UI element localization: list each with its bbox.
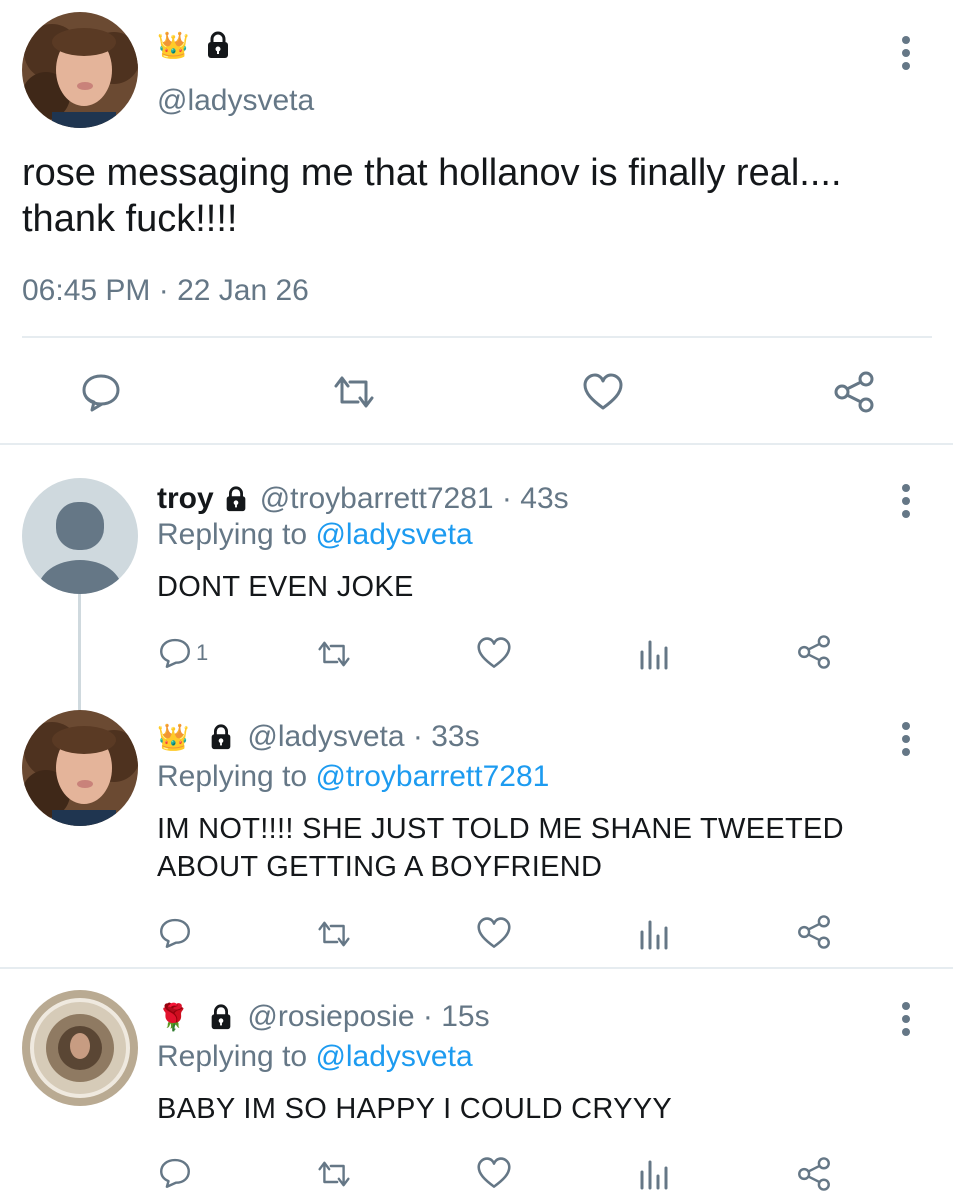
more-options-icon[interactable] bbox=[900, 722, 912, 761]
reply-header: troy @troybarrett7281 · 43s bbox=[157, 482, 569, 516]
comment-icon[interactable] bbox=[158, 1156, 192, 1190]
crown-emoji: 👑 bbox=[157, 721, 190, 752]
replying-to: Replying to @troybarrett7281 bbox=[157, 760, 549, 794]
replying-to: Replying to @ladysveta bbox=[157, 1040, 473, 1074]
comment-count: 1 bbox=[196, 640, 209, 665]
replying-to-handle[interactable]: @troybarrett7281 bbox=[315, 760, 549, 793]
more-options-icon[interactable] bbox=[900, 1002, 912, 1041]
share-icon[interactable] bbox=[796, 634, 832, 670]
reply-handle-time[interactable]: @rosieposie · 15s bbox=[247, 1000, 489, 1034]
comment-icon[interactable] bbox=[158, 636, 192, 670]
comment-button[interactable]: 1 bbox=[158, 636, 208, 670]
main-tweet-line1: rose messaging me that hollanov is final… bbox=[22, 152, 842, 194]
reply-header: 👑 @ladysveta · 33s bbox=[157, 720, 480, 754]
replying-to: Replying to @ladysveta bbox=[157, 518, 473, 552]
divider bbox=[0, 443, 953, 445]
reply-text-line: IM NOT!!!! SHE JUST TOLD ME SHANE TWEETE… bbox=[157, 813, 844, 845]
reply-text: DONT EVEN JOKE bbox=[157, 568, 414, 606]
divider bbox=[22, 336, 932, 338]
share-icon[interactable] bbox=[796, 1156, 832, 1192]
lock-icon bbox=[207, 723, 235, 751]
main-badges: 👑 bbox=[157, 30, 233, 60]
reply-text-line: BABY IM SO HAPPY I COULD CRYYY bbox=[157, 1093, 673, 1125]
avatar-ladysveta[interactable] bbox=[22, 710, 138, 826]
reply-handle-time[interactable]: @troybarrett7281 · 43s bbox=[260, 482, 569, 516]
analytics-icon[interactable] bbox=[638, 918, 670, 950]
replying-to-prefix: Replying to bbox=[157, 760, 316, 793]
analytics-icon[interactable] bbox=[638, 638, 670, 670]
crown-emoji: 👑 bbox=[157, 30, 190, 60]
reply-text-line: DONT EVEN JOKE bbox=[157, 571, 414, 603]
retweet-icon[interactable] bbox=[314, 1158, 354, 1190]
avatar-ladysveta[interactable] bbox=[22, 12, 138, 128]
reply-author-name[interactable]: troy bbox=[157, 482, 214, 516]
heart-icon[interactable] bbox=[476, 916, 512, 950]
replying-to-prefix: Replying to bbox=[157, 518, 316, 551]
heart-icon[interactable] bbox=[476, 1156, 512, 1190]
retweet-icon[interactable] bbox=[330, 372, 378, 412]
reply-header: 🌹 @rosieposie · 15s bbox=[157, 1000, 490, 1034]
main-handle[interactable]: @ladysveta bbox=[157, 84, 314, 118]
more-options-icon[interactable] bbox=[900, 36, 912, 75]
replying-to-prefix: Replying to bbox=[157, 1040, 316, 1073]
rose-emoji: 🌹 bbox=[157, 1001, 190, 1032]
lock-icon bbox=[207, 1003, 235, 1031]
more-options-icon[interactable] bbox=[900, 484, 912, 523]
analytics-icon[interactable] bbox=[638, 1158, 670, 1190]
replying-to-handle[interactable]: @ladysveta bbox=[315, 1040, 472, 1073]
heart-icon[interactable] bbox=[476, 636, 512, 670]
share-icon[interactable] bbox=[796, 914, 832, 950]
main-tweet-line2: thank fuck!!!! bbox=[22, 198, 238, 240]
retweet-icon[interactable] bbox=[314, 918, 354, 950]
comment-icon[interactable] bbox=[80, 372, 122, 412]
replying-to-handle[interactable]: @ladysveta bbox=[315, 518, 472, 551]
lock-icon bbox=[222, 485, 250, 513]
share-icon[interactable] bbox=[832, 370, 876, 414]
avatar-rosieposie[interactable] bbox=[22, 990, 138, 1106]
main-timestamp: 06:45 PM · 22 Jan 26 bbox=[22, 274, 309, 307]
reply-text: IM NOT!!!! SHE JUST TOLD ME SHANE TWEETE… bbox=[157, 810, 844, 886]
main-tweet-text: rose messaging me that hollanov is final… bbox=[22, 150, 942, 242]
reply-text: BABY IM SO HAPPY I COULD CRYYY bbox=[157, 1090, 672, 1128]
lock-icon bbox=[203, 30, 233, 60]
reply-text-line: ABOUT GETTING A BOYFRIEND bbox=[157, 851, 603, 883]
avatar-troy[interactable] bbox=[22, 478, 138, 594]
reply-handle-time[interactable]: @ladysveta · 33s bbox=[247, 720, 479, 754]
divider bbox=[0, 967, 953, 969]
comment-icon[interactable] bbox=[158, 916, 192, 950]
retweet-icon[interactable] bbox=[314, 638, 354, 670]
heart-icon[interactable] bbox=[582, 372, 624, 412]
thread-line bbox=[78, 594, 81, 712]
